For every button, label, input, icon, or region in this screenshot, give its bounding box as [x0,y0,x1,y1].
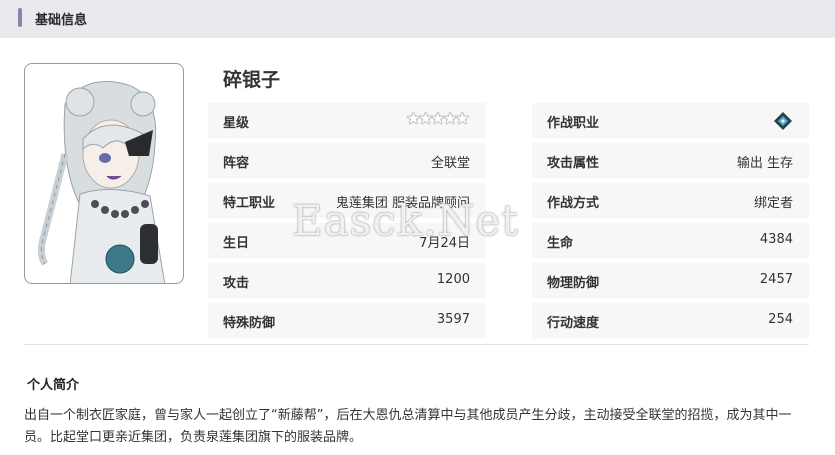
stat-value: 4384 [759,232,793,247]
stat-row-speed: 行动速度 254 [532,303,809,338]
section-title: 基础信息 [35,13,88,28]
stat-row-physical-defense: 物理防御 2457 [532,263,809,298]
stat-value: 254 [768,312,793,327]
stat-row-combat-class: 作战职业 [532,103,809,138]
character-portrait [24,63,184,284]
stat-row-hp: 生命 4384 [532,223,809,258]
section-accent-bar [18,8,22,27]
stat-label: 攻击属性 [547,156,600,171]
stat-label: 星级 [223,116,250,131]
stat-label: 攻击 [223,276,250,291]
stat-value: 2457 [759,272,793,287]
class-diamond-icon [774,112,792,130]
portrait-illustration-icon [37,81,166,283]
stat-label: 作战职业 [547,116,600,131]
stat-value: 1200 [436,272,470,287]
intro-text: 出自一个制衣匠家庭，曾与家人一起创立了“新藤帮”，后在大恩仇总清算中与其他成员产… [24,408,792,445]
stat-label: 阵容 [223,156,250,171]
stat-row-special-defense: 特殊防御 3597 [208,303,486,338]
watermark: Easck.Net [292,196,520,245]
stat-label: 特工职业 [223,196,276,211]
stat-value: 绑定者 [753,196,793,211]
divider [24,344,809,345]
intro-title: 个人简介 [27,378,80,393]
stat-label: 特殊防御 [223,316,276,331]
stat-label: 生日 [223,236,250,251]
section-header: 基础信息 [0,0,835,38]
stat-label: 物理防御 [547,276,600,291]
stat-label: 作战方式 [547,196,600,211]
stat-value: 3597 [436,312,470,327]
stat-row-combat-style: 作战方式 绑定者 [532,183,809,218]
stat-value: 输出 生存 [736,156,793,171]
stat-row-attack: 攻击 1200 [208,263,486,298]
stat-row-attack-attribute: 攻击属性 输出 生存 [532,143,809,178]
stat-label: 生命 [547,236,574,251]
rarity-stars-icon: ★★★★★ [405,109,470,129]
stat-label: 行动速度 [547,316,600,331]
stat-row-faction: 阵容 全联堂 [208,143,486,178]
stat-row-rarity: 星级 ★★★★★ [208,103,486,138]
character-name: 碎银子 [223,69,281,91]
stat-value: 全联堂 [430,156,470,171]
